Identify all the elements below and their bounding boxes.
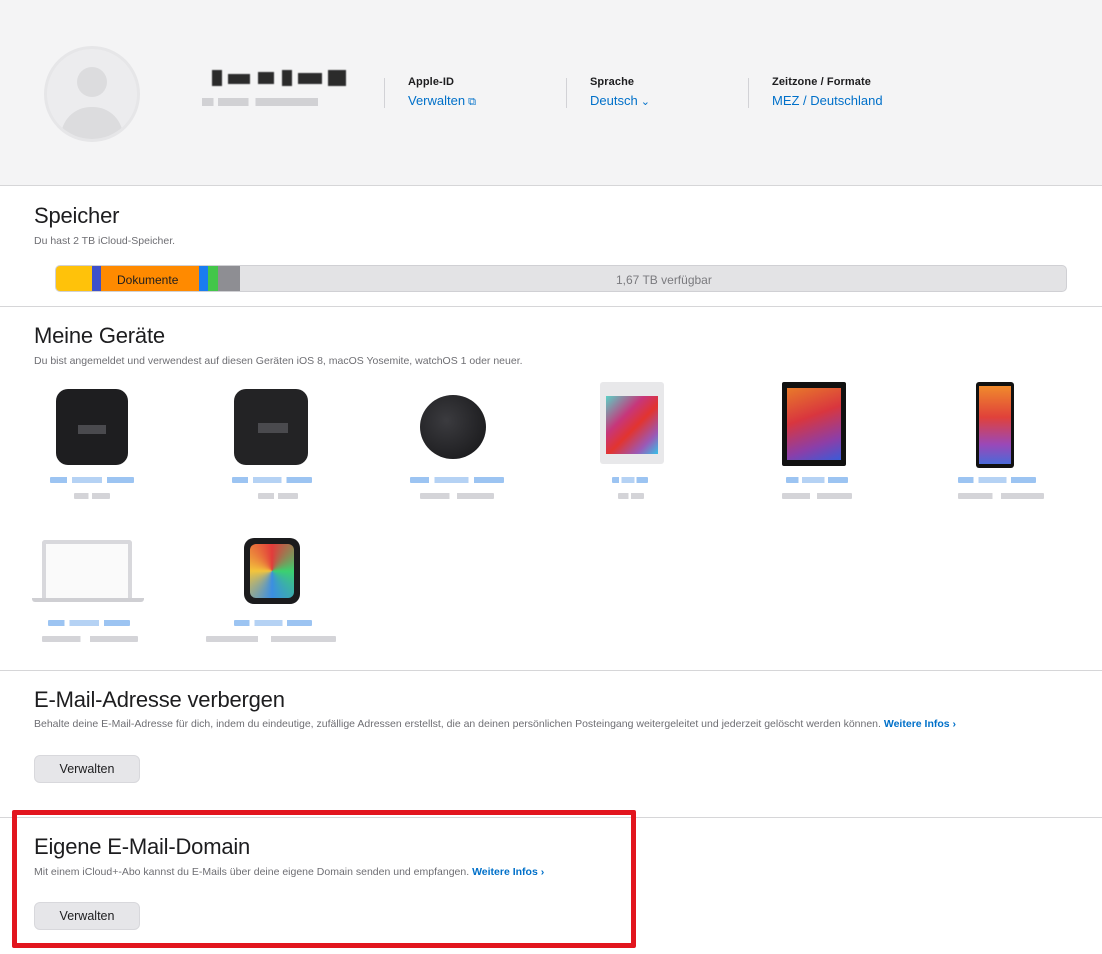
header-divider (566, 78, 567, 108)
timezone-label: Zeitzone / Formate (772, 76, 871, 88)
hide-email-description-row: Behalte deine E-Mail-Adresse für dich, i… (34, 718, 956, 730)
hide-email-manage-button[interactable]: Verwalten (34, 755, 140, 783)
storage-description: Du hast 2 TB iCloud-Speicher. (34, 235, 176, 247)
device-type-blurred (420, 493, 494, 499)
hide-email-description: Behalte deine E-Mail-Adresse für dich, i… (34, 718, 881, 730)
custom-domain-description-row: Mit einem iCloud+-Abo kannst du E-Mails … (34, 866, 544, 878)
hide-email-more-info-link[interactable]: Weitere Infos › (884, 718, 956, 730)
apple-tv-icon (234, 389, 308, 465)
header-divider (748, 78, 749, 108)
storage-segment-messages (208, 266, 218, 291)
device-type-blurred (206, 636, 336, 642)
device-tile[interactable] (598, 380, 668, 505)
device-type-blurred (782, 493, 852, 499)
hide-email-title: E-Mail-Adresse verbergen (34, 687, 285, 712)
device-name-blurred (50, 477, 134, 483)
avatar (44, 46, 140, 142)
device-tile[interactable] (32, 536, 152, 648)
chevron-down-icon: ⌄ (640, 96, 650, 108)
apple-id-manage-label: Verwalten (408, 93, 466, 108)
apple-tv-icon (56, 389, 128, 465)
apple-id-label: Apple-ID (408, 76, 455, 88)
account-name-blurred (212, 70, 352, 88)
custom-domain-more-info-link[interactable]: Weitere Infos › (472, 866, 544, 878)
device-type-blurred (958, 493, 1044, 499)
storage-bar[interactable]: Dokumente 1,67 TB verfügbar (55, 265, 1067, 292)
language-info: Sprache Deutsch ⌄ (590, 76, 650, 108)
external-link-icon: ⧉ (468, 96, 476, 108)
device-tile[interactable] (778, 380, 858, 505)
language-dropdown[interactable]: Deutsch ⌄ (590, 93, 650, 108)
device-tile[interactable] (206, 536, 340, 648)
device-tile[interactable] (228, 385, 318, 505)
storage-segment-mail (199, 266, 208, 291)
apple-id-info: Apple-ID Verwalten ⧉ (408, 76, 476, 109)
device-type-blurred (258, 493, 298, 499)
device-name-blurred (410, 477, 504, 483)
iphone-icon (976, 382, 1014, 468)
storage-segment-backup (92, 266, 101, 291)
storage-documents-label: Dokumente (117, 273, 179, 287)
device-name-blurred (48, 620, 130, 626)
macbook-base (32, 598, 144, 602)
device-name-blurred (958, 477, 1036, 483)
language-label: Sprache (590, 76, 635, 88)
devices-description: Du bist angemeldet und verwendest auf di… (34, 355, 523, 367)
storage-title: Speicher (34, 203, 120, 228)
timezone-info: Zeitzone / Formate MEZ / Deutschland (772, 76, 883, 108)
timezone-link[interactable]: MEZ / Deutschland (772, 93, 883, 108)
device-tile[interactable] (48, 385, 138, 505)
device-name-blurred (612, 477, 648, 483)
device-type-blurred (42, 636, 138, 642)
device-name-blurred (786, 477, 848, 483)
storage-segment-photos (56, 266, 92, 291)
devices-title: Meine Geräte (34, 323, 165, 348)
ipad-icon (600, 382, 664, 464)
homepod-icon (420, 395, 486, 459)
language-value: Deutsch (590, 93, 638, 108)
account-header: Apple-ID Verwalten ⧉ Sprache Deutsch ⌄ Zei… (0, 0, 1102, 186)
device-name-blurred (234, 620, 312, 626)
custom-domain-manage-button[interactable]: Verwalten (34, 902, 140, 930)
device-tile[interactable] (410, 385, 510, 505)
apple-id-manage-link[interactable]: Verwalten ⧉ (408, 93, 476, 109)
device-name-blurred (232, 477, 312, 483)
device-type-blurred (74, 493, 110, 499)
apple-watch-icon (244, 538, 300, 604)
storage-segment-other (218, 266, 240, 291)
account-email-blurred (202, 98, 318, 106)
macbook-icon (42, 540, 132, 598)
device-tile[interactable] (956, 380, 1046, 505)
custom-domain-title: Eigene E-Mail-Domain (34, 834, 251, 859)
storage-available-label: 1,67 TB verfügbar (616, 273, 712, 287)
ipad-icon (782, 382, 846, 466)
custom-domain-description: Mit einem iCloud+-Abo kannst du E-Mails … (34, 866, 470, 878)
device-type-blurred (618, 493, 644, 499)
header-divider (384, 78, 385, 108)
